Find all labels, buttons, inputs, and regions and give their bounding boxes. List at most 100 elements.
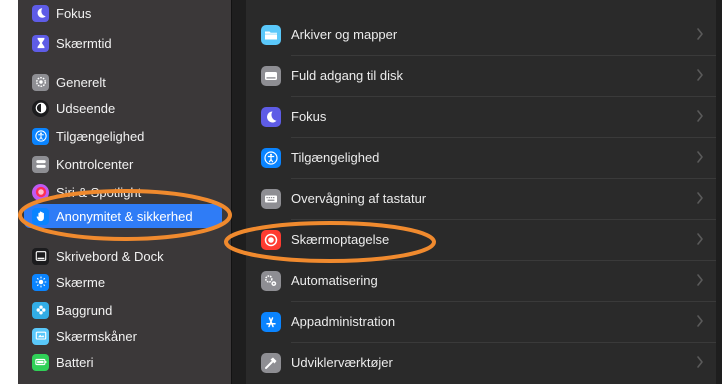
- flower-icon: [36, 305, 45, 315]
- privacy-row-arkiver[interactable]: Arkiver og mapper: [246, 14, 716, 55]
- privacy-row-tastatur[interactable]: Overvågning af tastatur: [246, 178, 716, 219]
- chevron-right-icon: [697, 356, 703, 368]
- sidebar-item-label: Tilgængelighed: [56, 128, 145, 144]
- battery-icon-tile: [32, 353, 49, 371]
- app-store-icon-tile: [261, 311, 281, 332]
- moon-icon-tile: [32, 4, 49, 22]
- moon-icon-tile: [261, 106, 281, 127]
- sidebar-item-baggrund[interactable]: Baggrund: [24, 298, 222, 322]
- content-pane: Arkiver og mapper Fuld adgang til disk Fok…: [232, 0, 722, 384]
- hand-icon: [36, 211, 44, 222]
- sun-icon: [35, 276, 46, 288]
- sidebar-item-label: Generelt: [56, 74, 106, 90]
- sidebar-item-skaermtid[interactable]: Skærmtid: [24, 31, 222, 55]
- keyboard-icon: [265, 195, 277, 202]
- chevron-right-icon: [697, 151, 703, 163]
- sidebar-item-batteri[interactable]: Batteri: [24, 350, 222, 374]
- sidebar: Fokus Skærmtid Generelt Udseende Tilgængelig…: [18, 0, 231, 384]
- sidebar-item-siri[interactable]: Siri & Spotlight: [24, 180, 222, 204]
- control-center-icon: [35, 160, 46, 168]
- moon-icon: [267, 111, 277, 122]
- hand-icon-tile: [32, 207, 49, 225]
- gears-icon: [265, 274, 277, 286]
- privacy-list: Arkiver og mapper Fuld adgang til disk Fok…: [246, 0, 716, 384]
- row-label: Appadministration: [291, 314, 396, 329]
- screensaver-icon-tile: [32, 327, 49, 345]
- chevron-right-icon: [697, 192, 703, 204]
- privacy-row-skaermoptagelse[interactable]: Skærmoptagelse: [246, 219, 716, 260]
- chevron-right-icon: [697, 233, 703, 245]
- row-label: Fuld adgang til disk: [291, 68, 404, 83]
- settings-window: Fokus Skærmtid Generelt Udseende Tilgængelig…: [18, 0, 722, 384]
- row-label: Arkiver og mapper: [291, 27, 398, 42]
- privacy-row-fokus[interactable]: Fokus: [246, 96, 716, 137]
- chevron-right-icon: [697, 274, 703, 286]
- keyboard-icon-tile: [261, 188, 281, 209]
- record-icon: [264, 233, 278, 246]
- folder-icon: [265, 31, 277, 39]
- sidebar-item-label: Skærme: [56, 274, 106, 290]
- dock-icon-tile: [32, 247, 49, 265]
- sidebar-item-label: Skærmtid: [56, 35, 112, 51]
- sidebar-item-label: Baggrund: [56, 302, 113, 318]
- row-label: Automatisering: [291, 273, 378, 288]
- gear-icon-tile: [32, 73, 49, 91]
- appearance-icon: [35, 102, 46, 114]
- sidebar-item-label: Anonymitet & sikkerhed: [56, 208, 193, 224]
- gears-icon-tile: [261, 270, 281, 291]
- folder-icon-tile: [261, 24, 281, 45]
- accessibility-icon: [34, 130, 47, 142]
- sidebar-item-fokus[interactable]: Fokus: [24, 1, 222, 25]
- sidebar-item-generelt[interactable]: Generelt: [24, 70, 222, 94]
- chevron-right-icon: [697, 28, 703, 40]
- flower-icon-tile: [32, 301, 49, 319]
- accessibility-icon-tile: [32, 127, 49, 145]
- sidebar-item-label: Udseende: [56, 100, 116, 116]
- privacy-row-udvikler[interactable]: Udviklerværktøjer: [246, 342, 716, 383]
- siri-icon: [35, 186, 46, 198]
- sidebar-item-skaerme[interactable]: Skærme: [24, 270, 222, 294]
- privacy-row-appadministration[interactable]: Appadministration: [246, 301, 716, 342]
- sidebar-item-label: Kontrolcenter: [56, 156, 134, 172]
- privacy-row-fuld-adgang[interactable]: Fuld adgang til disk: [246, 55, 716, 96]
- battery-icon: [34, 358, 46, 366]
- sidebar-item-label: Skærmskåner: [56, 328, 137, 344]
- chevron-right-icon: [697, 69, 703, 81]
- moon-icon: [37, 8, 46, 18]
- sidebar-item-label: Skrivebord & Dock: [56, 248, 164, 264]
- disk-icon: [265, 71, 277, 80]
- hammer-icon-tile: [261, 352, 281, 373]
- appearance-icon-tile: [32, 99, 49, 117]
- screensaver-icon: [35, 331, 46, 340]
- siri-icon-tile: [32, 183, 49, 201]
- row-label: Tilgængelighed: [291, 150, 380, 165]
- gear-icon: [35, 77, 46, 87]
- dock-icon: [35, 251, 46, 261]
- app-store-icon: [266, 316, 276, 327]
- privacy-row-tilgaengelighed[interactable]: Tilgængelighed: [246, 137, 716, 178]
- disk-icon-tile: [261, 65, 281, 86]
- record-icon-tile: [261, 229, 281, 250]
- sidebar-item-skrivebord[interactable]: Skrivebord & Dock: [24, 244, 222, 268]
- hammer-icon: [265, 357, 277, 369]
- sidebar-item-label: Siri & Spotlight: [56, 184, 142, 200]
- hourglass-icon-tile: [32, 34, 49, 52]
- hourglass-icon: [37, 37, 44, 49]
- control-center-icon-tile: [32, 155, 49, 173]
- chevron-right-icon: [697, 315, 703, 327]
- sun-icon-tile: [32, 273, 49, 291]
- sidebar-item-tilgaengelighed[interactable]: Tilgængelighed: [24, 124, 222, 148]
- sidebar-item-kontrolcenter[interactable]: Kontrolcenter: [24, 152, 222, 176]
- sidebar-item-anonymitet[interactable]: Anonymitet & sikkerhed: [24, 204, 222, 228]
- row-label: Udviklerværktøjer: [291, 355, 393, 370]
- row-label: Skærmoptagelse: [291, 232, 390, 247]
- privacy-row-automatisering[interactable]: Automatisering: [246, 260, 716, 301]
- accessibility-icon-tile: [261, 147, 281, 168]
- row-label: Fokus: [291, 109, 327, 124]
- sidebar-item-skaermskaaner[interactable]: Skærmskåner: [24, 324, 222, 348]
- sidebar-item-label: Fokus: [56, 5, 92, 21]
- accessibility-icon: [264, 150, 278, 165]
- row-label: Overvågning af tastatur: [291, 191, 427, 206]
- chevron-right-icon: [697, 110, 703, 122]
- sidebar-item-udseende[interactable]: Udseende: [24, 96, 222, 120]
